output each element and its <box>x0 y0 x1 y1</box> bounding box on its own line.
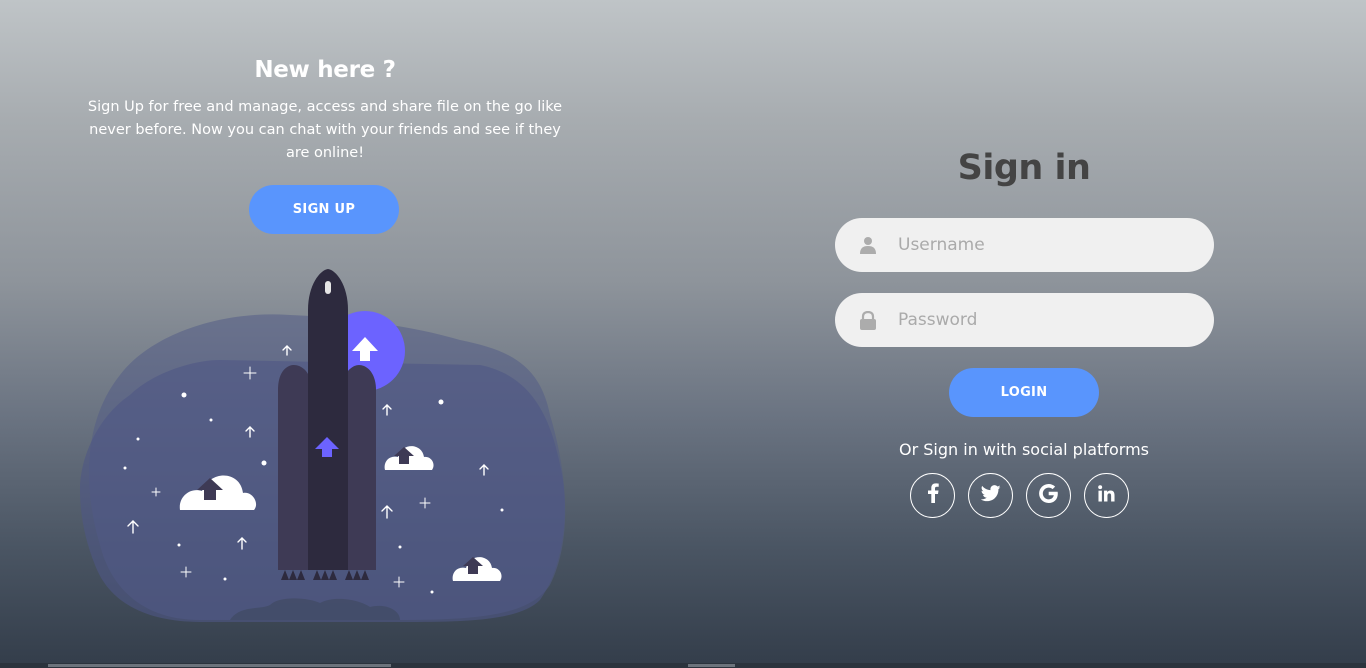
twitter-button[interactable] <box>968 473 1013 518</box>
scrollbar-thumb[interactable] <box>48 664 391 667</box>
lock-icon <box>857 309 879 331</box>
facebook-icon <box>927 483 939 508</box>
signup-button[interactable]: SIGN UP <box>249 185 399 234</box>
google-icon <box>1039 483 1058 508</box>
social-icons <box>910 473 1129 518</box>
linkedin-button[interactable] <box>1084 473 1129 518</box>
signin-heading: Sign in <box>957 148 1091 188</box>
username-field[interactable] <box>835 218 1214 272</box>
social-login-text: Or Sign in with social platforms <box>899 440 1149 459</box>
signup-panel: New here ? Sign Up for free and manage, … <box>0 0 650 668</box>
scrollbar-thumb-secondary[interactable] <box>688 664 735 667</box>
twitter-icon <box>980 484 1001 507</box>
signup-heading: New here ? <box>254 57 396 83</box>
user-icon <box>857 234 879 256</box>
password-input[interactable] <box>896 299 1214 341</box>
login-button[interactable]: LOGIN <box>949 368 1099 417</box>
password-field[interactable] <box>835 293 1214 347</box>
username-input[interactable] <box>896 224 1214 266</box>
linkedin-icon <box>1098 484 1115 507</box>
google-button[interactable] <box>1026 473 1071 518</box>
rocket-illustration <box>80 269 566 622</box>
signup-description: Sign Up for free and manage, access and … <box>87 99 563 161</box>
facebook-button[interactable] <box>910 473 955 518</box>
